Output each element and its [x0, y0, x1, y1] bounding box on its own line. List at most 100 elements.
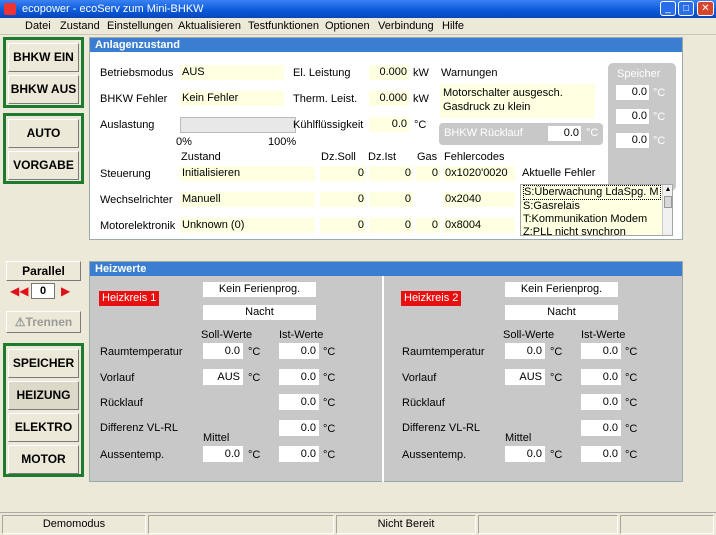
- heizkreis-1-ruecklauf-unit: °C: [323, 397, 336, 409]
- kuehl-unit: °C: [414, 119, 427, 131]
- heizkreis-2-diff-label: Differenz VL-RL: [402, 422, 481, 434]
- heizkreis-2-ist-label: Ist-Werte: [581, 329, 626, 341]
- heizkreis-1-diff-ist: 0.0: [279, 420, 319, 436]
- row-wechselrichter-zustand: Manuell: [180, 192, 315, 207]
- trennen-button[interactable]: ⚠Trennen: [6, 311, 81, 333]
- heizkreis-2-ferien[interactable]: Kein Ferienprog.: [505, 282, 618, 297]
- maximize-button[interactable]: □: [678, 1, 694, 16]
- minimize-button[interactable]: _: [660, 1, 676, 16]
- list-item[interactable]: S:Gasrelais: [523, 200, 661, 213]
- fehler-list: S:Überwachung LdaSpg. M S:Gasrelais T:Ko…: [523, 185, 661, 235]
- row-wechselrichter-code: 0x2040: [443, 192, 515, 207]
- bhkw-group: BHKW EIN BHKW AUS: [3, 37, 84, 108]
- warnungen-field: Motorschalter ausgesch. Gasdruck zu klei…: [440, 84, 595, 118]
- row-motorelektronik-gas: 0: [416, 218, 440, 233]
- mode-group: AUTO VORGABE: [3, 113, 84, 184]
- row-steuerung-code: 0x1020'0020: [443, 166, 515, 181]
- heizkreis-1-modus[interactable]: Nacht: [203, 305, 316, 320]
- speicher-button[interactable]: SPEICHER: [8, 349, 79, 378]
- parallel-increase-icon[interactable]: ▶: [61, 284, 75, 298]
- bhkw-ein-button[interactable]: BHKW EIN: [8, 43, 79, 72]
- list-item[interactable]: S:Überwachung LdaSpg. M: [523, 185, 661, 200]
- status-empty-1: [148, 515, 334, 534]
- heizkreis-1-ruecklauf-ist: 0.0: [279, 394, 319, 410]
- heizkreis-2-aussen-ist: 0.0: [581, 446, 621, 462]
- bhkw-fehler-field: Kein Fehler: [180, 91, 284, 106]
- heizkreis-1-raum-ist-unit: °C: [323, 346, 336, 358]
- heizkreis-2-badge: Heizkreis 2: [401, 291, 462, 306]
- heizkreis-2-ruecklauf-unit: °C: [625, 397, 638, 409]
- heizkreis-1-soll-label: Soll-Werte: [201, 329, 253, 341]
- parallel-button[interactable]: Parallel: [6, 261, 81, 281]
- motor-button[interactable]: MOTOR: [8, 445, 79, 474]
- menu-optionen[interactable]: Optionen: [325, 20, 370, 32]
- auslastung-min-label: 0%: [176, 136, 192, 148]
- menu-einstellungen[interactable]: Einstellungen: [107, 20, 173, 32]
- heizkreis-1-aussen-ist: 0.0: [279, 446, 319, 462]
- elektro-button[interactable]: ELEKTRO: [8, 413, 79, 442]
- heizkreis-1-vorlauf-soll: AUS: [203, 369, 243, 385]
- heizkreis-1-vorlauf-ist-unit: °C: [323, 372, 336, 384]
- heizkreis-divider: [382, 276, 384, 482]
- heizkreis-2-diff-unit: °C: [625, 423, 638, 435]
- heizkreis-2-aussen-mittel-unit: °C: [550, 449, 563, 461]
- minimize-icon: _: [665, 3, 671, 14]
- menu-zustand[interactable]: Zustand: [60, 20, 100, 32]
- menu-datei[interactable]: Datei: [25, 20, 51, 32]
- heizkreis-2-vorlauf-ist: 0.0: [581, 369, 621, 385]
- speicher-unit-2: °C: [653, 111, 666, 123]
- scroll-up-icon[interactable]: ▲: [663, 185, 672, 194]
- trennen-icon: ⚠: [14, 315, 26, 329]
- menu-aktualisieren[interactable]: Aktualisieren: [178, 20, 241, 32]
- heizkreis-1-aussen-mittel: 0.0: [203, 446, 243, 462]
- heizkreis-1-diff-label: Differenz VL-RL: [100, 422, 179, 434]
- status-state: Nicht Bereit: [336, 515, 476, 534]
- heizkreis-2-modus[interactable]: Nacht: [505, 305, 618, 320]
- left-control-panel: BHKW EIN BHKW AUS AUTO VORGABE Parallel …: [0, 35, 88, 511]
- close-button[interactable]: ✕: [697, 1, 714, 16]
- vorgabe-button[interactable]: VORGABE: [8, 151, 79, 180]
- auslastung-bar: [180, 117, 296, 133]
- heizkreis-2-vorlauf-soll-unit: °C: [550, 372, 563, 384]
- heizkreis-2-diff-ist: 0.0: [581, 420, 621, 436]
- menu-hilfe[interactable]: Hilfe: [442, 20, 464, 32]
- heizung-button[interactable]: HEIZUNG: [8, 381, 79, 410]
- anlagenzustand-header: Anlagenzustand: [90, 38, 682, 52]
- status-empty-3: [620, 515, 714, 534]
- bhkw-fehler-label: BHKW Fehler: [100, 93, 168, 105]
- auslastung-max-label: 100%: [268, 136, 297, 148]
- el-leistung-label: El. Leistung: [293, 67, 351, 79]
- heizkreis-1-ruecklauf-label: Rücklauf: [100, 397, 143, 409]
- status-empty-2: [478, 515, 618, 534]
- menu-bar: Datei Zustand Einstellungen Aktualisiere…: [0, 18, 716, 35]
- row-steuerung-dzist: 0: [369, 166, 413, 181]
- maximize-icon: □: [682, 3, 690, 14]
- row-steuerung-dzsoll: 0: [320, 166, 366, 181]
- aktuelle-fehler-label: Aktuelle Fehler: [522, 167, 596, 179]
- heizkreis-2-raum-ist: 0.0: [581, 343, 621, 359]
- fehler-listbox[interactable]: S:Überwachung LdaSpg. M S:Gasrelais T:Ko…: [520, 184, 673, 236]
- fehler-scrollbar[interactable]: ▲: [662, 185, 672, 235]
- list-item[interactable]: T:Kommunikation Modem: [523, 213, 661, 226]
- row-steuerung-zustand: Initialisieren: [180, 166, 315, 181]
- list-item[interactable]: Z:PLL nicht synchron: [523, 226, 661, 235]
- row-motorelektronik-label: Motorelektronik: [100, 220, 176, 232]
- row-wechselrichter-dzist: 0: [369, 192, 413, 207]
- title-bar: ecopower - ecoServ zum Mini-BHKW _ □ ✕: [0, 0, 716, 18]
- parallel-value[interactable]: 0: [31, 283, 55, 299]
- heizkreis-2-raum-ist-unit: °C: [625, 346, 638, 358]
- bhkw-aus-button[interactable]: BHKW AUS: [8, 75, 79, 104]
- betriebsmodus-field: AUS: [180, 65, 284, 80]
- heizkreis-1-ferien[interactable]: Kein Ferienprog.: [203, 282, 316, 297]
- betriebsmodus-label: Betriebsmodus: [100, 67, 174, 79]
- kuehl-field: 0.0: [369, 117, 409, 132]
- menu-verbindung[interactable]: Verbindung: [378, 20, 434, 32]
- menu-testfunktionen[interactable]: Testfunktionen: [248, 20, 319, 32]
- auto-button[interactable]: AUTO: [8, 119, 79, 148]
- scroll-thumb[interactable]: [664, 196, 672, 208]
- speicher-box: Speicher 0.0 °C 0.0 °C 0.0 °C: [608, 63, 676, 191]
- heizkreis-2-vorlauf-label: Vorlauf: [402, 372, 437, 384]
- warnungen-label: Warnungen: [441, 67, 498, 79]
- speicher-value-3: 0.0: [616, 133, 649, 148]
- parallel-decrease-icon[interactable]: ◀◀: [10, 284, 28, 298]
